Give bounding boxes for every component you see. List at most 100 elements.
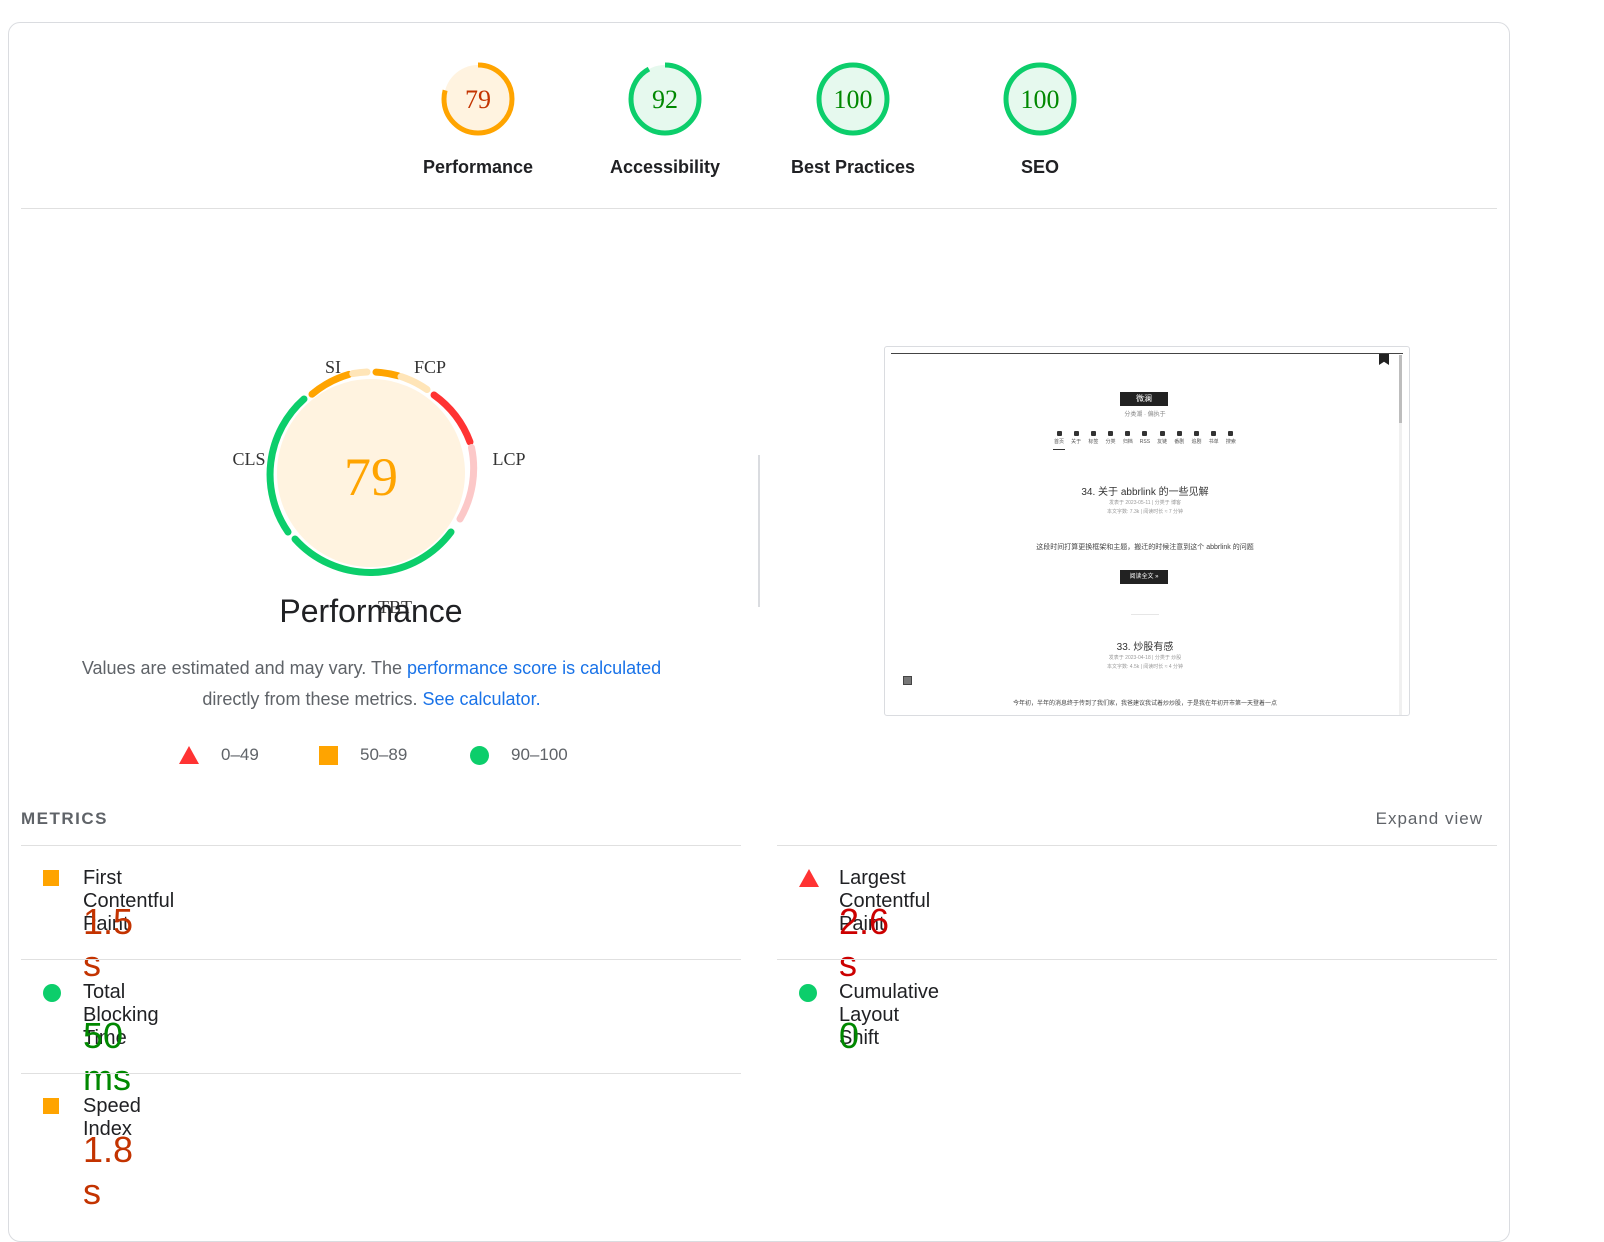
nav-icon	[1159, 431, 1165, 436]
site-nav-label: 归档	[1122, 439, 1133, 445]
site-nav-item: 归档	[1122, 431, 1134, 446]
label-si: SI	[325, 357, 341, 377]
site-nav-item: 友链	[1156, 431, 1168, 446]
site-title: 微澜	[1120, 392, 1168, 406]
triangle-icon	[799, 869, 819, 887]
description-text-2: directly from these metrics.	[202, 689, 418, 709]
gauge-best-practices-score: 100	[834, 85, 873, 114]
gauge-performance-score: 79	[465, 85, 491, 114]
circle-icon	[43, 984, 61, 1002]
site-subtitle: 分类潮 · 偏执于	[1124, 412, 1166, 418]
category-gauges: 79 Performance 92 Accessibility 100 Best…	[9, 23, 1511, 209]
site-nav-item: 番剧	[1173, 431, 1185, 446]
metric-si-value: 1.8 s	[83, 1129, 134, 1212]
site-nav-item: 关于	[1070, 431, 1082, 446]
nav-active-underline	[1053, 449, 1065, 450]
site-nav-item: 分类	[1105, 431, 1117, 446]
post-separator	[1131, 614, 1159, 615]
nav-icon	[1056, 431, 1062, 436]
nav-icon	[1108, 431, 1114, 436]
score-calculated-link[interactable]: performance score is calculated	[407, 658, 661, 678]
gauge-seo-score: 100	[1021, 85, 1060, 114]
site-nav-label: 搜索	[1225, 439, 1236, 445]
score-legend: 0–49 50–89 90–100	[9, 745, 733, 775]
site-nav-label: RSS	[1139, 439, 1151, 445]
back-to-top-icon	[903, 676, 912, 685]
legend-fail: 0–49	[179, 745, 259, 765]
metric-lcp-value: 2.6 s	[839, 901, 890, 984]
gauge-accessibility[interactable]: 92 Accessibility	[585, 59, 745, 178]
post-2-title: 33. 炒股有感	[1116, 642, 1174, 653]
gauge-seo-label: SEO	[1020, 157, 1059, 177]
nav-icon	[1194, 431, 1199, 436]
report-card: 79 Performance 92 Accessibility 100 Best…	[8, 22, 1510, 1242]
gauge-accessibility-label: Accessibility	[609, 157, 721, 177]
site-nav-item: 标签	[1087, 431, 1099, 446]
site-nav: 首页 关于 标签 分类 归档 RSS 友链 番剧 追剧 书单 搜索	[1053, 431, 1237, 446]
vertical-divider	[758, 455, 760, 607]
site-nav-label: 分类	[1105, 439, 1116, 445]
post-2-meta-2: 本文字数: 4.5k | 阅读时长 ≈ 4 分钟	[1107, 664, 1183, 670]
performance-gauge-score: 79	[344, 447, 398, 507]
metric-tbt-value: 50 ms	[83, 1015, 131, 1098]
segment-si-remainder	[349, 368, 371, 378]
see-calculator-link[interactable]: See calculator.	[423, 689, 541, 709]
square-icon	[43, 1098, 59, 1114]
post-1-title: 34. 关于 abbrlink 的一些见解	[1081, 487, 1209, 498]
gauge-seo-ring: 100	[1003, 62, 1077, 136]
site-nav-item: 搜索	[1225, 431, 1237, 446]
circle-icon	[799, 984, 817, 1002]
nav-icon	[1176, 431, 1182, 436]
site-nav-item: 书单	[1208, 431, 1220, 446]
square-icon	[319, 745, 338, 765]
nav-icon	[1125, 431, 1131, 436]
page-screenshot[interactable]: 微澜 分类潮 · 偏执于 首页 关于 标签 分类 归档 RSS 友链 番剧 追剧 书单 搜索 34.…	[884, 346, 1410, 716]
site-nav-label: 追剧	[1191, 439, 1202, 445]
gauge-seo[interactable]: 100 SEO	[960, 59, 1120, 178]
segment-fcp	[372, 368, 402, 380]
gauge-performance[interactable]: 79 Performance	[398, 59, 558, 178]
site-nav-label: 首页	[1053, 439, 1064, 445]
gauge-best-practices[interactable]: 100 Best Practices	[773, 59, 933, 178]
metrics-heading: METRICS	[21, 809, 108, 828]
gauge-performance-ring: 79	[441, 62, 515, 136]
site-nav-label: 关于	[1071, 439, 1082, 445]
gauge-performance-label: Performance	[422, 157, 534, 177]
site-nav-item: 首页	[1053, 431, 1065, 446]
label-cls: CLS	[232, 449, 265, 469]
expand-view-toggle[interactable]: Expand view	[1376, 809, 1483, 829]
legend-average: 50–89	[319, 745, 407, 765]
metric-fcp-value: 1.5 s	[83, 901, 134, 984]
triangle-icon	[179, 746, 199, 764]
post-1-meta-2: 本文字数: 7.3k | 阅读时长 ≈ 7 分钟	[1107, 509, 1183, 515]
performance-title: Performance	[279, 593, 463, 629]
screenshot-top-border	[891, 353, 1403, 354]
site-nav-item: 追剧	[1191, 431, 1203, 446]
circle-icon	[470, 745, 489, 765]
legend-pass: 90–100	[470, 745, 568, 765]
performance-description: Values are estimated and may vary. The p…	[39, 653, 704, 715]
description-text-1: Values are estimated and may vary. The	[81, 658, 408, 678]
label-fcp: FCP	[414, 357, 446, 377]
nav-icon	[1142, 431, 1148, 436]
post-2-meta: 发表于 2023-04-18 | 分类于 炒股	[1108, 655, 1182, 661]
site-nav-label: 友链	[1157, 439, 1168, 445]
post-1-meta: 发表于 2023-05-11 | 分类于 博客	[1108, 500, 1182, 506]
metric-cls-value: 0	[839, 1015, 860, 1056]
gauge-accessibility-ring: 92	[628, 62, 702, 136]
site-nav-label: 标签	[1088, 439, 1099, 445]
top-divider	[21, 208, 1497, 209]
gauge-best-practices-label: Best Practices	[790, 157, 916, 177]
post-1-excerpt: 这段时间打算更换框架和主题，搬迁的时候注意到这个 abbrlink 的问题	[1036, 544, 1254, 551]
nav-icon	[1228, 431, 1234, 436]
read-more-button: 阅读全文 »	[1120, 570, 1168, 584]
gauge-accessibility-score: 92	[652, 85, 678, 114]
site-nav-label: 番剧	[1174, 439, 1185, 445]
gauge-best-practices-ring: 100	[816, 62, 890, 136]
site-nav-item: RSS	[1139, 431, 1151, 446]
site-nav-label: 书单	[1208, 439, 1219, 445]
nav-icon	[1073, 431, 1079, 436]
post-2-excerpt: 今年初，半年的消息终于传到了我们家，我爸建议我试着炒炒股，于是我在年初开市第一天…	[1012, 701, 1277, 707]
nav-icon	[1211, 431, 1217, 436]
nav-icon	[1090, 431, 1096, 436]
